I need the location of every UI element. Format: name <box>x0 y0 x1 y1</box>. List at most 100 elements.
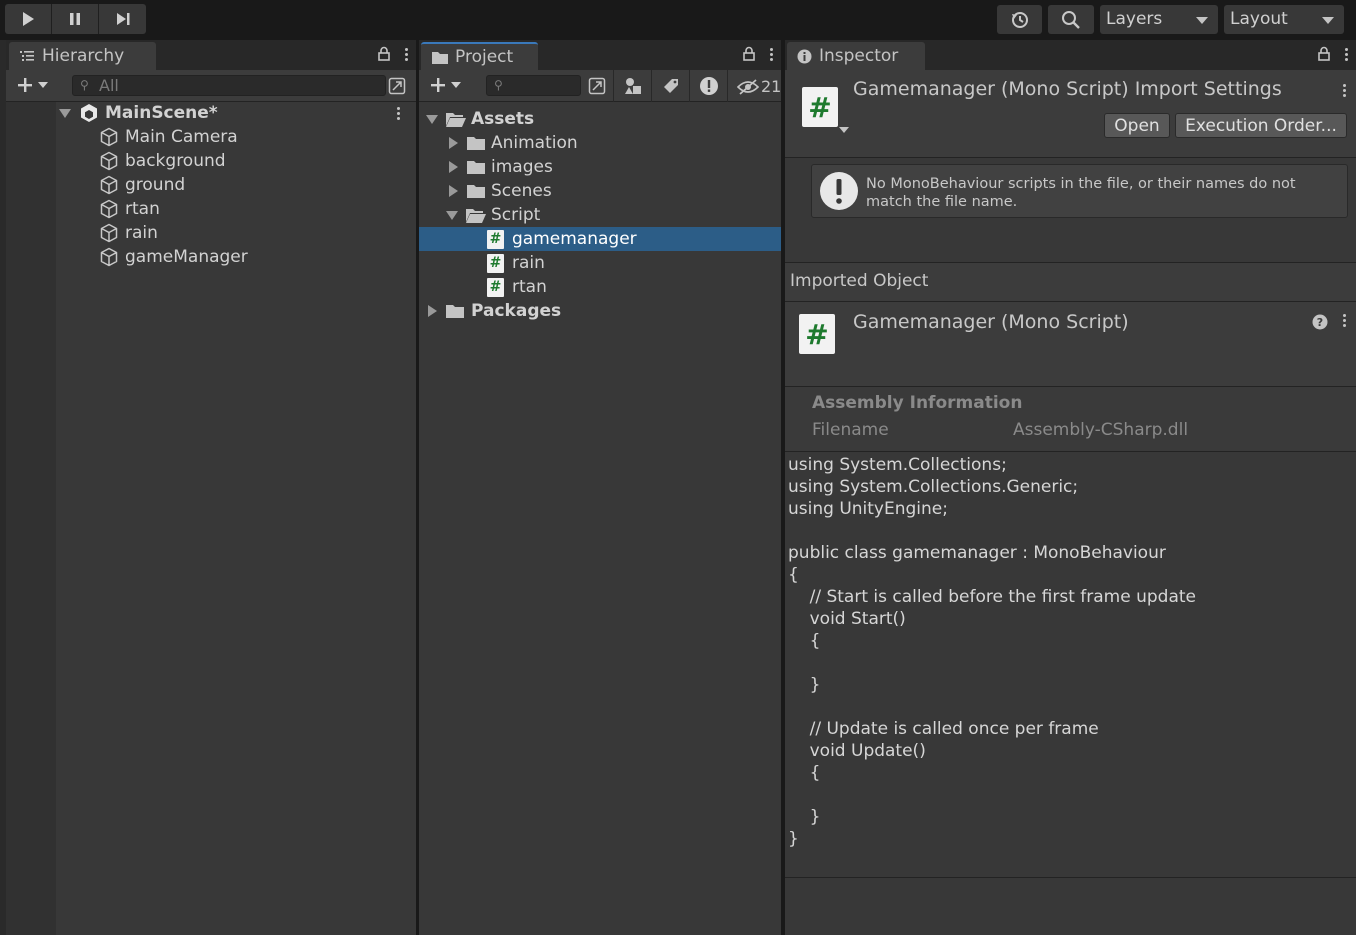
expand-window-icon <box>588 77 606 95</box>
hierarchy-item-label: ground <box>125 175 186 195</box>
kebab-icon[interactable] <box>405 47 408 61</box>
object-title: Gamemanager (Mono Script) <box>853 311 1129 333</box>
hierarchy-item-label: rain <box>125 223 158 243</box>
lock-icon[interactable] <box>742 46 756 62</box>
collapse-arrow-icon[interactable] <box>58 107 72 119</box>
tab-project[interactable]: Project <box>421 42 538 70</box>
tree-item-images[interactable]: images <box>419 155 781 179</box>
undo-history-button[interactable] <box>997 5 1042 34</box>
search-icon: ⚲ <box>80 78 89 92</box>
kebab-icon[interactable] <box>1343 314 1346 327</box>
expand-arrow-icon[interactable] <box>426 304 438 318</box>
tab-label: Project <box>455 47 514 67</box>
script-icon: # <box>487 254 504 273</box>
history-icon <box>1011 11 1028 28</box>
layers-dropdown[interactable]: Layers <box>1100 5 1218 34</box>
scene-row[interactable]: MainScene* <box>6 101 416 125</box>
hierarchy-item[interactable]: ground <box>6 173 416 197</box>
tab-hierarchy[interactable]: Hierarchy <box>9 42 156 70</box>
project-search-input[interactable]: ⚲ <box>486 75 581 96</box>
svg-text:?: ? <box>1317 316 1323 329</box>
filter-by-label-button[interactable] <box>660 75 682 97</box>
hierarchy-item[interactable]: rain <box>6 221 416 245</box>
tag-icon <box>664 79 678 93</box>
script-source-preview: using System.Collections; using System.C… <box>788 455 1197 849</box>
tree-item-animation[interactable]: Animation <box>419 131 781 155</box>
hierarchy-item[interactable]: Main Camera <box>6 125 416 149</box>
divider <box>727 70 728 102</box>
hierarchy-item[interactable]: gameManager <box>6 245 416 269</box>
gameobject-icon <box>100 127 118 147</box>
eye-slash-icon <box>737 78 759 95</box>
hierarchy-item-label: Main Camera <box>125 127 238 147</box>
lock-icon[interactable] <box>1317 46 1331 62</box>
tree-item-packages[interactable]: Packages <box>419 299 781 323</box>
warning-text: No MonoBehaviour scripts in the file, or… <box>866 175 1336 211</box>
warning-text-line: match the file name. <box>866 194 1018 210</box>
hidden-packages-toggle[interactable]: 21 <box>737 77 781 96</box>
lock-icon[interactable] <box>377 46 391 62</box>
script-file-item[interactable]: # rain <box>419 251 781 275</box>
inspector-tabbar: Inspector <box>785 40 1356 70</box>
step-button[interactable] <box>99 4 146 34</box>
expand-window-icon <box>388 77 406 95</box>
play-button[interactable] <box>5 4 52 34</box>
hidden-count: 21 <box>761 77 782 96</box>
open-search-window-button[interactable] <box>586 75 608 97</box>
tree-item-assets[interactable]: Assets <box>419 107 781 131</box>
main-toolbar: Layers Layout <box>0 0 1356 40</box>
splitter[interactable] <box>416 40 419 935</box>
gameobject-icon <box>100 247 118 267</box>
folder-icon <box>467 185 485 198</box>
warning-text-line: No MonoBehaviour scripts in the file, or… <box>866 176 1296 192</box>
chevron-down-icon <box>1196 17 1208 24</box>
filter-by-type-button[interactable] <box>622 75 644 97</box>
project-tab-actions <box>742 46 773 62</box>
gameobject-icon <box>100 151 118 171</box>
create-asset-dropdown[interactable] <box>429 76 461 94</box>
console-errors-button[interactable] <box>698 75 720 97</box>
layout-label: Layout <box>1230 9 1288 29</box>
create-dropdown[interactable] <box>16 76 48 94</box>
layout-dropdown[interactable]: Layout <box>1224 5 1344 34</box>
scene-name: MainScene* <box>105 103 218 123</box>
tree-item-scenes[interactable]: Scenes <box>419 179 781 203</box>
tab-label: Inspector <box>819 46 899 66</box>
expand-arrow-icon[interactable] <box>447 136 459 150</box>
tree-item-script[interactable]: Script <box>419 203 781 227</box>
collapse-arrow-icon[interactable] <box>425 113 439 125</box>
hierarchy-search-input[interactable]: ⚲ All <box>72 75 386 96</box>
kebab-icon[interactable] <box>397 107 400 120</box>
splitter[interactable] <box>781 40 785 935</box>
chevron-down-icon <box>1322 17 1334 24</box>
inspector-title: Gamemanager (Mono Script) Import Setting… <box>853 78 1282 100</box>
plus-icon <box>18 78 32 92</box>
kebab-icon[interactable] <box>1345 47 1348 61</box>
collapse-arrow-icon[interactable] <box>445 209 459 221</box>
open-button[interactable]: Open <box>1104 113 1170 138</box>
hierarchy-item-label: gameManager <box>125 247 248 267</box>
folder-icon <box>467 137 485 150</box>
divider <box>613 70 614 102</box>
scene-visibility-toggle[interactable] <box>386 75 408 97</box>
kebab-icon[interactable] <box>1343 84 1346 97</box>
kebab-icon[interactable] <box>770 47 773 61</box>
script-file-item[interactable]: # rtan <box>419 275 781 299</box>
tree-label: Script <box>491 205 541 225</box>
plus-icon <box>431 78 445 92</box>
hierarchy-item[interactable]: rtan <box>6 197 416 221</box>
expand-arrow-icon[interactable] <box>447 160 459 174</box>
script-file-label: gamemanager <box>512 229 637 249</box>
help-icon[interactable]: ? <box>1312 314 1328 330</box>
hierarchy-toolbar: ⚲ All <box>6 70 416 102</box>
assembly-info-section: Assembly Information Filename Assembly-C… <box>785 387 1356 451</box>
chevron-down-icon[interactable] <box>839 126 849 134</box>
execution-order-button[interactable]: Execution Order... <box>1175 113 1347 138</box>
search-button[interactable] <box>1048 5 1094 34</box>
expand-arrow-icon[interactable] <box>447 184 459 198</box>
pause-button[interactable] <box>52 4 99 34</box>
script-file-label: rtan <box>512 277 547 297</box>
script-file-item[interactable]: # gamemanager <box>419 227 781 251</box>
tab-inspector[interactable]: Inspector <box>787 42 925 70</box>
hierarchy-item[interactable]: background <box>6 149 416 173</box>
